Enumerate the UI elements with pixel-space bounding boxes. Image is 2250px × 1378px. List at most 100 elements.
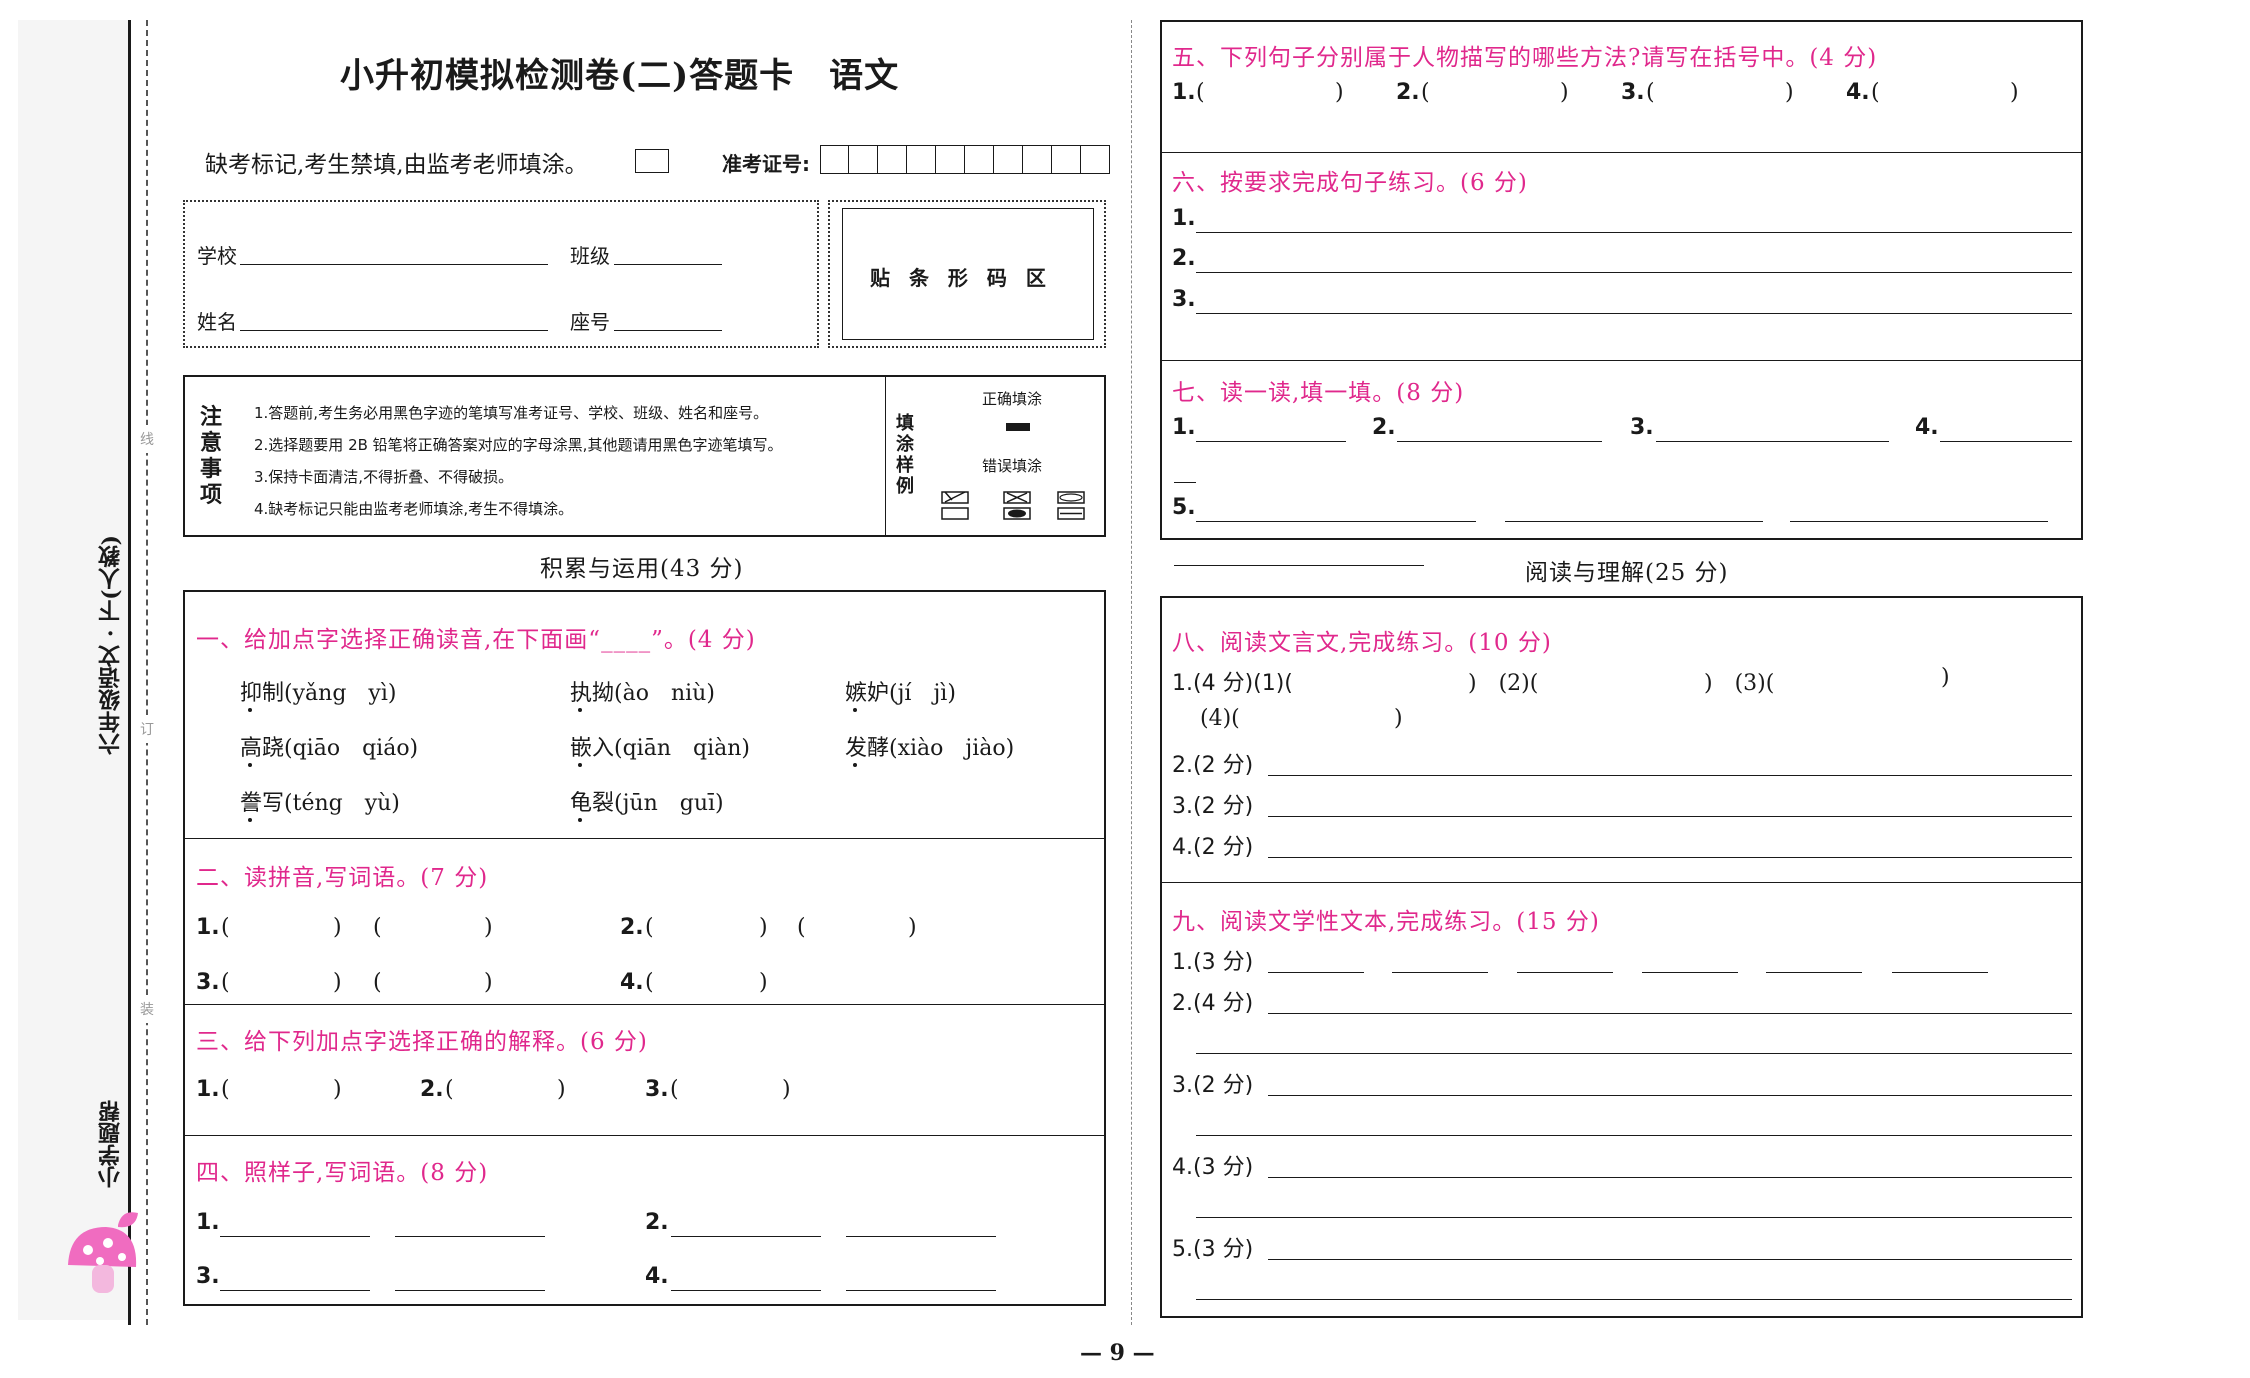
q1-item-3[interactable]: 嫉妒(jí jì) [845, 675, 956, 707]
q6-line-3[interactable] [1196, 313, 2072, 314]
part1-heading: 积累与运用(43 分) [540, 556, 744, 582]
class-field[interactable] [614, 264, 722, 265]
q9-line-1c[interactable] [1517, 972, 1613, 973]
q6-line-2[interactable] [1196, 272, 2072, 273]
q8-item-4: 4.(2 分) [1172, 835, 1254, 860]
q2-3a-close: ) [333, 970, 342, 995]
name-field[interactable] [240, 330, 548, 331]
q9-line-1b[interactable] [1392, 972, 1488, 973]
q9-line-2b[interactable] [1196, 1053, 2072, 1054]
binding-mark-ding: 订 [137, 715, 157, 743]
q1-item-6[interactable]: 发酵(xiào jiào) [845, 730, 1014, 762]
correct-fill-label: 正确填涂 [982, 390, 1043, 408]
q4-line-3a[interactable] [220, 1290, 370, 1291]
q1-item-2[interactable]: 执拗(ào niù) [570, 675, 715, 707]
q2-4a-open: ( [645, 970, 654, 995]
q9-line-5a[interactable] [1268, 1259, 2072, 1260]
brand-label: 小学题帮 [98, 1100, 124, 1188]
q9-line-3b[interactable] [1196, 1135, 2072, 1136]
q7-line-5c[interactable] [1790, 521, 2048, 522]
absent-mark-box[interactable] [635, 149, 669, 173]
q1-item-7[interactable]: 誊写(téng yù) [240, 785, 400, 817]
divider-q3-q4 [183, 1135, 1106, 1136]
q8-item-3: 3.(2 分) [1172, 794, 1254, 819]
q4-num-1: 1. [196, 1210, 220, 1235]
q7-line-4[interactable] [1940, 441, 2072, 442]
notes-title: 注意事项 [200, 405, 223, 508]
q8-line-4[interactable] [1268, 857, 2072, 858]
q1-item-5[interactable]: 嵌入(qiān qiàn) [570, 730, 750, 762]
q6-num-1: 1. [1172, 206, 1196, 231]
q6-line-1[interactable] [1196, 232, 2072, 233]
q8-item-1-2: ) (2)( [1468, 671, 1539, 696]
q5-num-4: 4. [1846, 80, 1870, 105]
seat-field[interactable] [614, 330, 722, 331]
q8-line-2[interactable] [1268, 775, 2072, 776]
q4-num-3: 3. [196, 1264, 220, 1289]
q9-line-4b[interactable] [1196, 1217, 2072, 1218]
q7-num-5: 5. [1172, 495, 1196, 520]
q9-item-2: 2.(4 分) [1172, 991, 1254, 1016]
fill-example-title: 填涂样例 [896, 413, 914, 497]
q4-line-1b[interactable] [395, 1236, 545, 1237]
q1-item-1[interactable]: 抑制(yǎng yì) [240, 675, 396, 707]
q7-line-3[interactable] [1656, 441, 1889, 442]
wrong-fill-samples-icon [941, 491, 1085, 520]
exam-id-cells[interactable] [820, 145, 1110, 174]
divider-q6-q7 [1160, 360, 2083, 361]
q8-item-1-4-end: ) [1394, 706, 1403, 731]
q9-line-1d[interactable] [1642, 972, 1738, 973]
right-bottom-box [1160, 596, 2083, 1318]
q7-line-5d[interactable] [1174, 565, 1424, 566]
q5-4-close: ) [2010, 80, 2019, 105]
q9-line-2a[interactable] [1268, 1013, 2072, 1014]
q5-3-close: ) [1785, 80, 1794, 105]
q9-line-1e[interactable] [1766, 972, 1862, 973]
q4-line-2b[interactable] [846, 1236, 996, 1237]
q5-num-2: 2. [1396, 80, 1420, 105]
q9-line-3a[interactable] [1268, 1095, 2072, 1096]
correct-fill-sample [1006, 423, 1030, 431]
q6-title: 六、按要求完成句子练习。(6 分) [1172, 170, 1528, 196]
q2-1a-close: ) [333, 915, 342, 940]
q4-line-4b[interactable] [846, 1290, 996, 1291]
q1-item-4[interactable]: 高跷(qiāo qiáo) [240, 730, 418, 762]
q2-2b-open: ( [797, 915, 806, 940]
q9-title: 九、阅读文学性文本,完成练习。(15 分) [1172, 909, 1600, 935]
q7-num-3: 3. [1630, 415, 1654, 440]
q4-line-3b[interactable] [395, 1290, 545, 1291]
q1-item-8[interactable]: 龟裂(jūn guī) [570, 785, 724, 817]
q9-line-1f[interactable] [1892, 972, 1988, 973]
note-4: 4.缺考标记只能由监考老师填涂,考生不得填涂。 [254, 500, 574, 518]
q5-3-open: ( [1646, 80, 1655, 105]
q1-title: 一、给加点字选择正确读音,在下面画“____”。(4 分) [196, 627, 756, 653]
q5-2-close: ) [1560, 80, 1569, 105]
q9-line-4a[interactable] [1268, 1177, 2072, 1178]
q9-line-1a[interactable] [1268, 972, 1364, 973]
q2-title: 二、读拼音,写词语。(7 分) [196, 865, 489, 891]
q8-item-2: 2.(2 分) [1172, 753, 1254, 778]
q2-1b-close: ) [484, 915, 493, 940]
q9-line-5b[interactable] [1196, 1299, 2072, 1300]
q8-line-3[interactable] [1268, 816, 2072, 817]
q3-1-open: ( [221, 1077, 230, 1102]
page-title: 小升初模拟检测卷(二)答题卡 语文 [340, 56, 900, 96]
q3-2-close: ) [557, 1077, 566, 1102]
school-field[interactable] [240, 264, 548, 265]
q5-num-1: 1. [1172, 80, 1196, 105]
q7-line-5b[interactable] [1505, 521, 1763, 522]
q7-line-4-cont[interactable] [1174, 482, 1196, 483]
q7-line-1[interactable] [1196, 441, 1346, 442]
q8-item-1-4: (4)( [1200, 706, 1240, 731]
binding-mark-zhuang: 装 [137, 995, 157, 1023]
q4-line-2a[interactable] [671, 1236, 821, 1237]
q7-line-2[interactable] [1397, 441, 1602, 442]
divider-q8-q9 [1160, 882, 2083, 883]
q7-line-5a[interactable] [1196, 521, 1476, 522]
q4-line-4a[interactable] [671, 1290, 821, 1291]
exam-id-label: 准考证号: [722, 152, 810, 176]
binding-mark-line: 线 [137, 425, 157, 453]
q4-line-1a[interactable] [220, 1236, 370, 1237]
note-1: 1.答题前,考生务必用黑色字迹的笔填写准考证号、学校、班级、姓名和座号。 [254, 404, 769, 422]
q3-3-close: ) [782, 1077, 791, 1102]
